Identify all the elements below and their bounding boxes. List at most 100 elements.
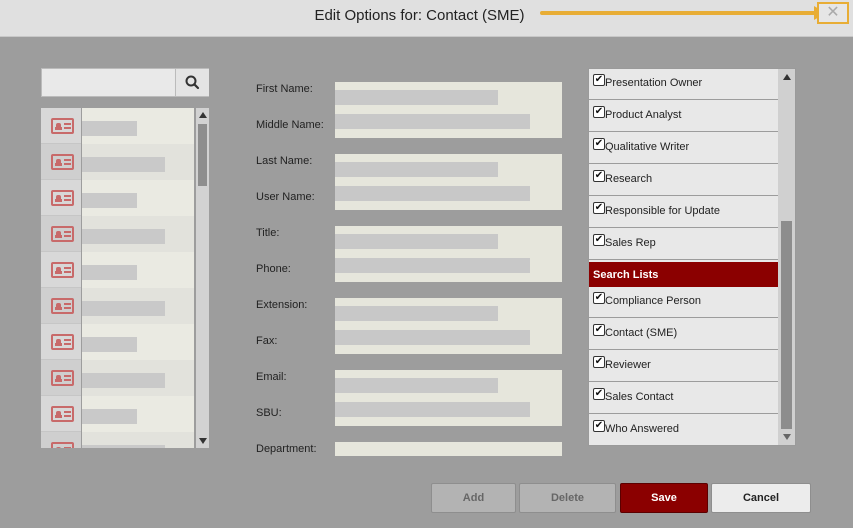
contact-card-icon (51, 226, 74, 242)
redacted-text (82, 121, 137, 136)
contact-card-icon (51, 118, 74, 134)
redacted-text (82, 229, 165, 244)
label-sbu: SBU: (256, 407, 282, 419)
checkbox[interactable]: ✔ (593, 106, 605, 118)
role-label: Product Analyst (605, 109, 682, 121)
fax-value (335, 330, 530, 345)
phone-value (335, 258, 530, 273)
role-item-who-answered[interactable]: ✔ Who Answered (589, 415, 778, 445)
label-extension: Extension: (256, 299, 308, 311)
checkbox[interactable]: ✔ (593, 388, 605, 400)
section-header-search-lists: Search Lists (589, 262, 778, 287)
contact-list-scrollbar[interactable] (196, 108, 209, 448)
section-header-label: Search Lists (593, 269, 659, 281)
redacted-text (82, 337, 137, 352)
contact-card-icon (51, 370, 74, 386)
title-value (335, 234, 498, 249)
role-item-responsible-for-update[interactable]: ✔ Responsible for Update (589, 197, 778, 228)
role-item-qualitative-writer[interactable]: ✔ Qualitative Writer (589, 133, 778, 164)
close-button[interactable]: ✕ (817, 2, 849, 24)
role-item-research[interactable]: ✔ Research (589, 165, 778, 196)
checkbox[interactable]: ✔ (593, 170, 605, 182)
list-item[interactable] (41, 288, 194, 324)
search-icon (185, 75, 200, 90)
role-label: Sales Rep (605, 237, 656, 249)
redacted-text (82, 193, 137, 208)
contact-card-icon (51, 442, 74, 448)
list-item[interactable] (41, 216, 194, 252)
list-item[interactable] (41, 180, 194, 216)
role-item-sales-contact[interactable]: ✔ Sales Contact (589, 383, 778, 414)
department-field[interactable] (335, 442, 562, 456)
checkbox[interactable]: ✔ (593, 202, 605, 214)
role-label: Reviewer (605, 359, 651, 371)
label-middle-name: Middle Name: (256, 119, 324, 131)
role-label: Contact (SME) (605, 327, 678, 339)
list-item[interactable] (41, 396, 194, 432)
redacted-text (82, 409, 137, 424)
roles-scrollbar[interactable] (778, 69, 795, 445)
scroll-down-icon[interactable] (783, 434, 791, 440)
dialog-header: Edit Options for: Contact (SME) ✕ (0, 0, 853, 37)
extension-value (335, 306, 498, 321)
label-department: Department: (256, 443, 317, 455)
redacted-text (82, 157, 165, 172)
list-item[interactable] (41, 432, 194, 448)
role-label: Responsible for Update (605, 205, 720, 217)
checkbox[interactable]: ✔ (593, 138, 605, 150)
contact-card-icon (51, 334, 74, 350)
redacted-text (82, 265, 137, 280)
role-label: Who Answered (605, 423, 679, 435)
roles-panel: ✔ Presentation Owner ✔ Product Analyst ✔… (588, 68, 796, 446)
email-value (335, 378, 498, 393)
role-item-reviewer[interactable]: ✔ Reviewer (589, 351, 778, 382)
contact-card-icon (51, 406, 74, 422)
list-item[interactable] (41, 360, 194, 396)
cancel-button[interactable]: Cancel (711, 483, 811, 513)
role-item-sales-rep[interactable]: ✔ Sales Rep (589, 229, 778, 260)
dialog-title: Edit Options for: Contact (SME) (314, 7, 525, 24)
checkbox[interactable]: ✔ (593, 324, 605, 336)
scrollbar-thumb[interactable] (198, 124, 207, 186)
role-label: Sales Contact (605, 391, 674, 403)
label-fax: Fax: (256, 335, 278, 347)
sbu-value (335, 402, 530, 417)
checkbox[interactable]: ✔ (593, 292, 605, 304)
checkbox[interactable]: ✔ (593, 356, 605, 368)
label-first-name: First Name: (256, 83, 313, 95)
role-label: Research (605, 173, 653, 185)
scroll-up-icon[interactable] (783, 74, 791, 80)
list-item[interactable] (41, 144, 194, 180)
role-label: Qualitative Writer (605, 141, 690, 153)
label-phone: Phone: (256, 263, 291, 275)
label-user-name: User Name: (256, 191, 315, 203)
user-name-value (335, 186, 530, 201)
scroll-down-icon[interactable] (199, 438, 207, 444)
search-button[interactable] (175, 69, 209, 96)
role-label: Compliance Person (605, 295, 701, 307)
delete-button[interactable]: Delete (519, 483, 616, 513)
role-item-presentation-owner[interactable]: ✔ Presentation Owner (589, 69, 778, 100)
list-item[interactable] (41, 324, 194, 360)
list-item[interactable] (41, 108, 194, 144)
role-item-compliance-person[interactable]: ✔ Compliance Person (589, 287, 778, 318)
role-item-contact-sme[interactable]: ✔ Contact (SME) (589, 319, 778, 350)
checkbox[interactable]: ✔ (593, 420, 605, 432)
scroll-up-icon[interactable] (199, 112, 207, 118)
search-input[interactable] (42, 69, 174, 96)
redacted-text (82, 445, 165, 448)
add-button[interactable]: Add (431, 483, 516, 513)
checkbox[interactable]: ✔ (593, 74, 605, 86)
contact-card-icon (51, 298, 74, 314)
redacted-text (82, 373, 165, 388)
checkbox[interactable]: ✔ (593, 234, 605, 246)
save-button[interactable]: Save (620, 483, 708, 513)
role-label: Presentation Owner (605, 77, 703, 89)
list-item[interactable] (41, 252, 194, 288)
callout-arrow (540, 6, 826, 20)
contact-card-icon (51, 262, 74, 278)
scrollbar-thumb[interactable] (781, 221, 792, 429)
search-box (41, 68, 209, 97)
first-name-value (335, 90, 498, 105)
role-item-product-analyst[interactable]: ✔ Product Analyst (589, 101, 778, 132)
